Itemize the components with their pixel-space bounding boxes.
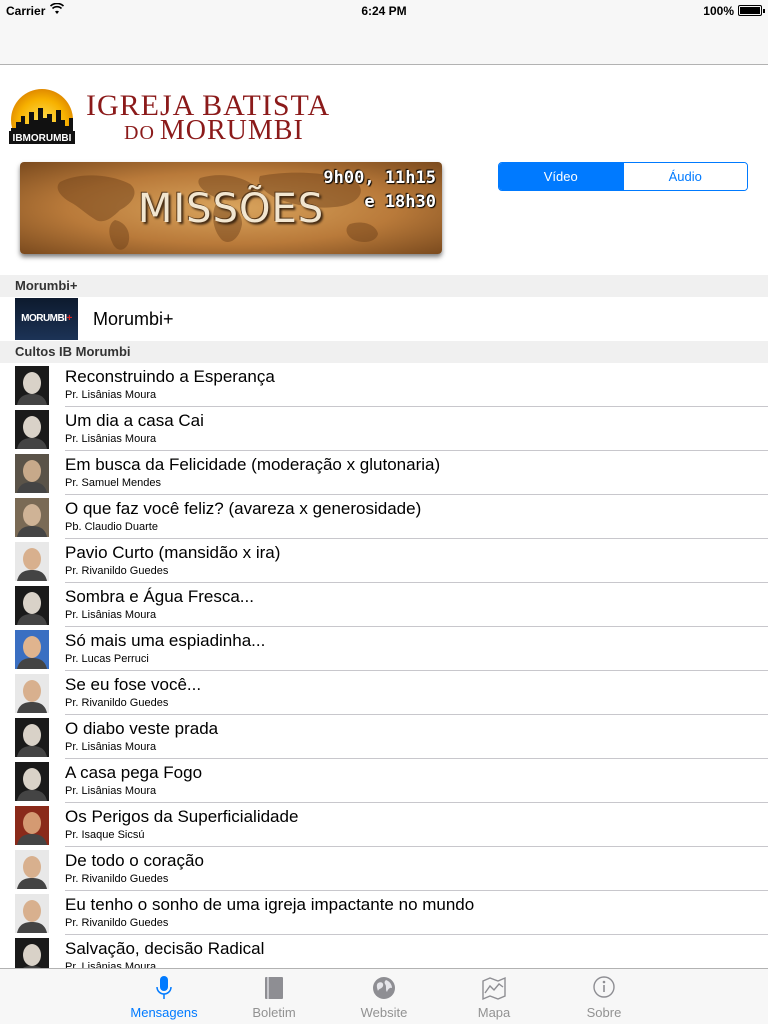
globe-icon [373,977,395,999]
section-header-morumbi-plus: Morumbi+ [0,275,768,297]
preacher-avatar [15,894,49,933]
sermon-preacher: Pr. Rivanildo Guedes [65,873,169,885]
preacher-avatar [15,410,49,449]
tab-sobre[interactable]: Sobre [554,969,654,1024]
morumbi-plus-thumbnail: MORUMBI+ [15,298,78,340]
segment-audio[interactable]: Áudio [622,163,747,190]
sermon-preacher: Pr. Rivanildo Guedes [65,697,169,709]
sermon-preacher: Pb. Claudio Duarte [65,521,158,533]
sermon-preacher: Pr. Lisânias Moura [65,741,157,753]
sermon-preacher: Pr. Lucas Perruci [65,653,149,665]
sermon-title: Salvação, decisão Radical [65,939,265,958]
sermon-row[interactable]: Um dia a casa Cai Pr. Lisânias Moura [0,407,768,451]
church-name-line2: DO MORUMBI [124,115,304,147]
preacher-avatar [15,542,49,581]
sermon-row[interactable]: O diabo veste prada Pr. Lisânias Moura [0,715,768,759]
sermon-row[interactable]: A casa pega Fogo Pr. Lisânias Moura [0,759,768,803]
preacher-avatar [15,806,49,845]
sermon-title: Só mais uma espiadinha... [65,631,266,650]
preacher-avatar [15,850,49,889]
sermon-title: O diabo veste prada [65,719,219,738]
preacher-avatar [15,674,49,713]
sermon-preacher: Pr. Lisânias Moura [65,609,157,621]
tab-website[interactable]: Website [334,969,434,1024]
sermon-preacher: Pr. Rivanildo Guedes [65,565,169,577]
sermon-title: A casa pega Fogo [65,763,203,782]
sermon-preacher: Pr. Samuel Mendes [65,477,161,489]
preacher-avatar [15,718,49,757]
battery-percentage: 100% [703,4,734,18]
sermon-title: Reconstruindo a Esperança [65,367,275,386]
book-icon [265,977,283,999]
missions-time-line1: 9h00, 11h15 [323,168,436,188]
tab-label: Sobre [586,1005,622,1020]
preacher-avatar [15,586,49,625]
sermon-preacher: Pr. Lisânias Moura [65,389,157,401]
sermon-row[interactable]: Eu tenho o sonho de uma igreja impactant… [0,891,768,935]
list-item-morumbi-plus[interactable]: MORUMBI+ Morumbi+ [0,297,768,341]
tab-mapa[interactable]: Mapa [444,969,544,1024]
church-banner: IBMORUMBI IGREJA BATISTA DO MORUMBI [0,66,768,154]
missions-time-line2: e 18h30 [364,192,436,212]
tab-label: Boletim [252,1005,296,1020]
sermon-title: De todo o coração [65,851,204,870]
sermon-title: Um dia a casa Cai [65,411,204,430]
sermon-row[interactable]: Se eu fose você... Pr. Rivanildo Guedes [0,671,768,715]
preacher-avatar [15,762,49,801]
sermon-row[interactable]: De todo o coração Pr. Rivanildo Guedes [0,847,768,891]
sermon-title: O que faz você feliz? (avareza x generos… [65,499,422,518]
svg-text:IBMORUMBI: IBMORUMBI [13,133,72,144]
status-time: 6:24 PM [361,4,407,18]
tab-bar: Mensagens Boletim Website Mapa Sobre [0,968,768,1024]
sermon-preacher: Pr. Lisânias Moura [65,785,157,797]
church-name-do: DO [124,122,155,144]
sermon-row[interactable]: Pavio Curto (mansidão x ira) Pr. Rivanild… [0,539,768,583]
tab-label: Mapa [477,1005,511,1020]
sermon-title: Se eu fose você... [65,675,202,694]
preacher-avatar [15,498,49,537]
preacher-avatar [15,454,49,493]
battery-icon [738,5,765,16]
status-bar: Carrier 6:24 PM 100% [0,0,768,20]
sermon-title: Eu tenho o sonho de uma igreja impactant… [65,895,475,914]
sermon-row[interactable]: Só mais uma espiadinha... Pr. Lucas Perru… [0,627,768,671]
sermon-title: Os Perigos da Superficialidade [65,807,299,826]
sermon-preacher: Pr. Rivanildo Guedes [65,917,169,929]
sermon-row[interactable]: Em busca da Felicidade (moderação x glut… [0,451,768,495]
sermon-row[interactable]: Reconstruindo a Esperança Pr. Lisânias Mo… [0,363,768,407]
sermon-title: Em busca da Felicidade (moderação x glut… [65,455,441,474]
tab-mensagens[interactable]: Mensagens [114,969,214,1024]
sermon-preacher: Pr. Isaque Sicsú [65,829,145,841]
tab-label: Mensagens [130,1005,198,1020]
sermon-title: Pavio Curto (mansidão x ira) [65,543,281,562]
sermon-row[interactable]: Salvação, decisão Radical Pr. Lisânias Mo… [0,935,768,968]
sermon-row[interactable]: Os Perigos da Superficialidade Pr. Isaque… [0,803,768,847]
preacher-avatar [15,630,49,669]
sermon-preacher: Pr. Lisânias Moura [65,961,157,968]
sermon-title: Sombra e Água Fresca... [65,587,254,606]
sermon-row[interactable]: Sombra e Água Fresca... Pr. Lisânias Mour… [0,583,768,627]
map-icon [482,976,506,1001]
missions-banner[interactable]: MISSÕES 9h00, 11h15 e 18h30 [20,162,442,254]
sermon-list: Reconstruindo a Esperança Pr. Lisânias Mo… [0,363,768,968]
tab-label: Website [360,1005,408,1020]
info-icon [593,976,615,998]
morumbi-plus-label: Morumbi+ [93,309,174,329]
preacher-avatar [15,366,49,405]
navigation-bar [0,20,768,65]
microphone-icon [156,976,172,999]
church-name-morumbi: MORUMBI [159,115,304,146]
media-type-segmented-control: Vídeo Áudio [498,162,748,191]
sermon-preacher: Pr. Lisânias Moura [65,433,157,445]
segment-video[interactable]: Vídeo [499,163,623,190]
church-logo-icon: IBMORUMBI [9,89,75,144]
tab-boletim[interactable]: Boletim [224,969,324,1024]
section-header-cultos: Cultos IB Morumbi [0,341,768,363]
preacher-avatar [15,938,49,968]
messages-list[interactable]: Morumbi+ MORUMBI+ Morumbi+ Cultos IB Mor… [0,275,768,968]
sermon-row[interactable]: O que faz você feliz? (avareza x generos… [0,495,768,539]
